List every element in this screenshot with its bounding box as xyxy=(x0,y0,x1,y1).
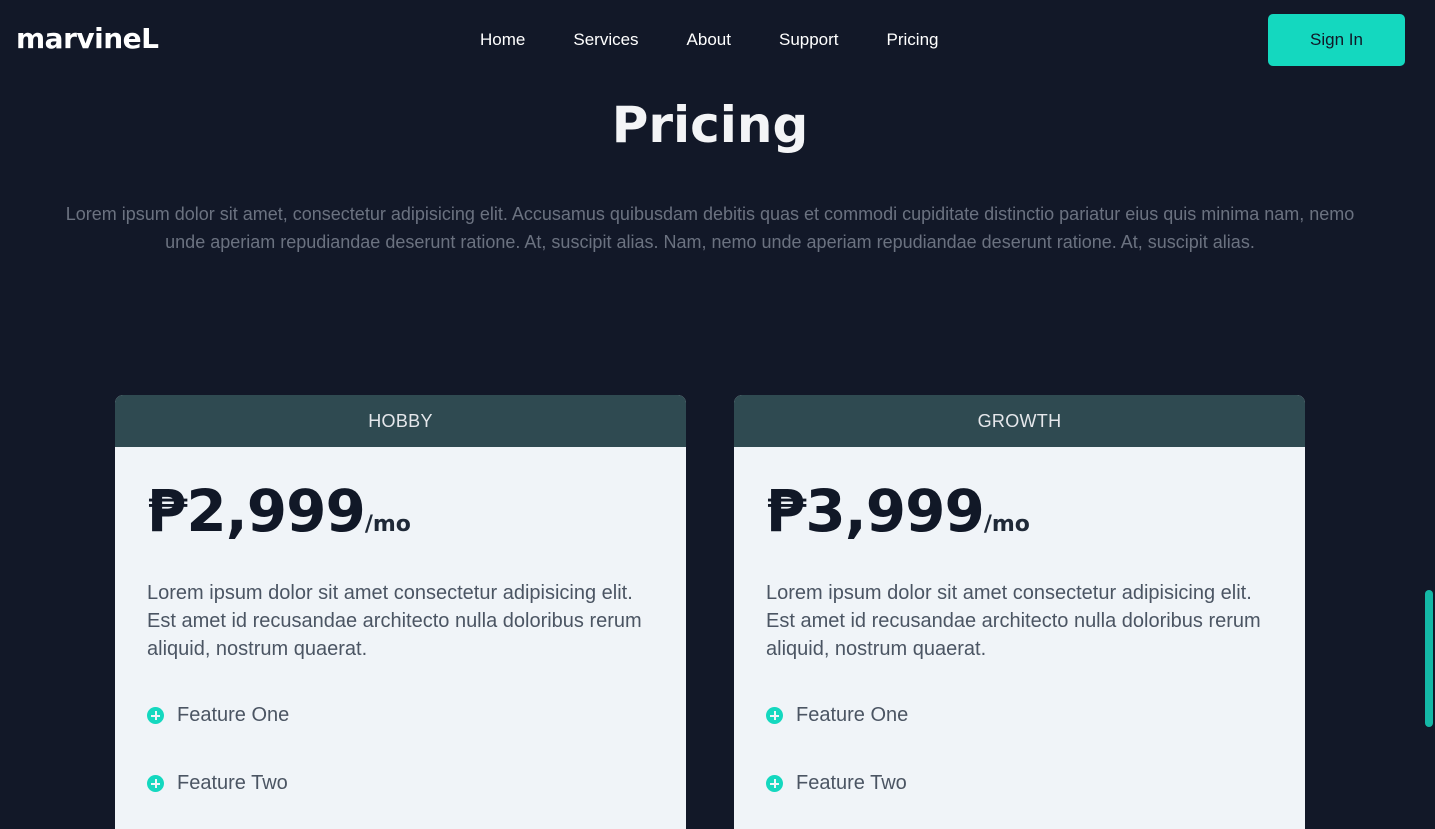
brand-logo[interactable]: marvineL xyxy=(16,22,159,55)
plus-circle-icon xyxy=(766,775,783,792)
plus-circle-icon xyxy=(147,775,164,792)
plan-description: Lorem ipsum dolor sit amet consectetur a… xyxy=(766,582,1261,660)
nav-menu: Home Services About Support Pricing xyxy=(480,30,939,50)
feature-item: Feature One xyxy=(766,704,908,727)
price-period: /mo xyxy=(364,512,411,537)
feature-item: Feature Two xyxy=(147,772,288,795)
navbar: marvineL Home Services About Support Pri… xyxy=(0,0,1423,80)
nav-link-support[interactable]: Support xyxy=(779,30,839,50)
price-amount: ₱2,999 xyxy=(147,477,366,545)
feature-label: Feature One xyxy=(796,704,909,726)
plus-circle-icon xyxy=(147,707,164,724)
plus-circle-icon xyxy=(766,707,783,724)
section-intro: Lorem ipsum dolor sit amet, consectetur … xyxy=(65,204,1355,252)
nav-link-home[interactable]: Home xyxy=(480,30,525,50)
pricing-card-hobby: HOBBY ₱2,999/mo Lorem ipsum dolor sit am… xyxy=(115,395,686,829)
scrollbar-thumb[interactable] xyxy=(1425,590,1433,727)
plan-name: GROWTH xyxy=(734,395,1305,447)
feature-label: Feature Two xyxy=(177,772,288,794)
section-title: Pricing xyxy=(611,96,809,154)
feature-label: Feature One xyxy=(177,704,290,726)
price-amount: ₱3,999 xyxy=(766,477,985,545)
sign-in-button[interactable]: Sign In xyxy=(1268,14,1405,66)
price-period: /mo xyxy=(983,512,1030,537)
feature-item: Feature Two xyxy=(766,772,907,795)
nav-link-pricing[interactable]: Pricing xyxy=(887,30,939,50)
nav-link-about[interactable]: About xyxy=(687,30,731,50)
plan-name: HOBBY xyxy=(115,395,686,447)
plan-price: ₱2,999/mo xyxy=(147,477,411,545)
feature-label: Feature Two xyxy=(796,772,907,794)
plan-description: Lorem ipsum dolor sit amet consectetur a… xyxy=(147,582,642,660)
feature-item: Feature One xyxy=(147,704,289,727)
plan-price: ₱3,999/mo xyxy=(766,477,1030,545)
nav-link-services[interactable]: Services xyxy=(573,30,638,50)
pricing-card-growth: GROWTH ₱3,999/mo Lorem ipsum dolor sit a… xyxy=(734,395,1305,829)
page-scrollbar[interactable] xyxy=(1423,0,1435,829)
